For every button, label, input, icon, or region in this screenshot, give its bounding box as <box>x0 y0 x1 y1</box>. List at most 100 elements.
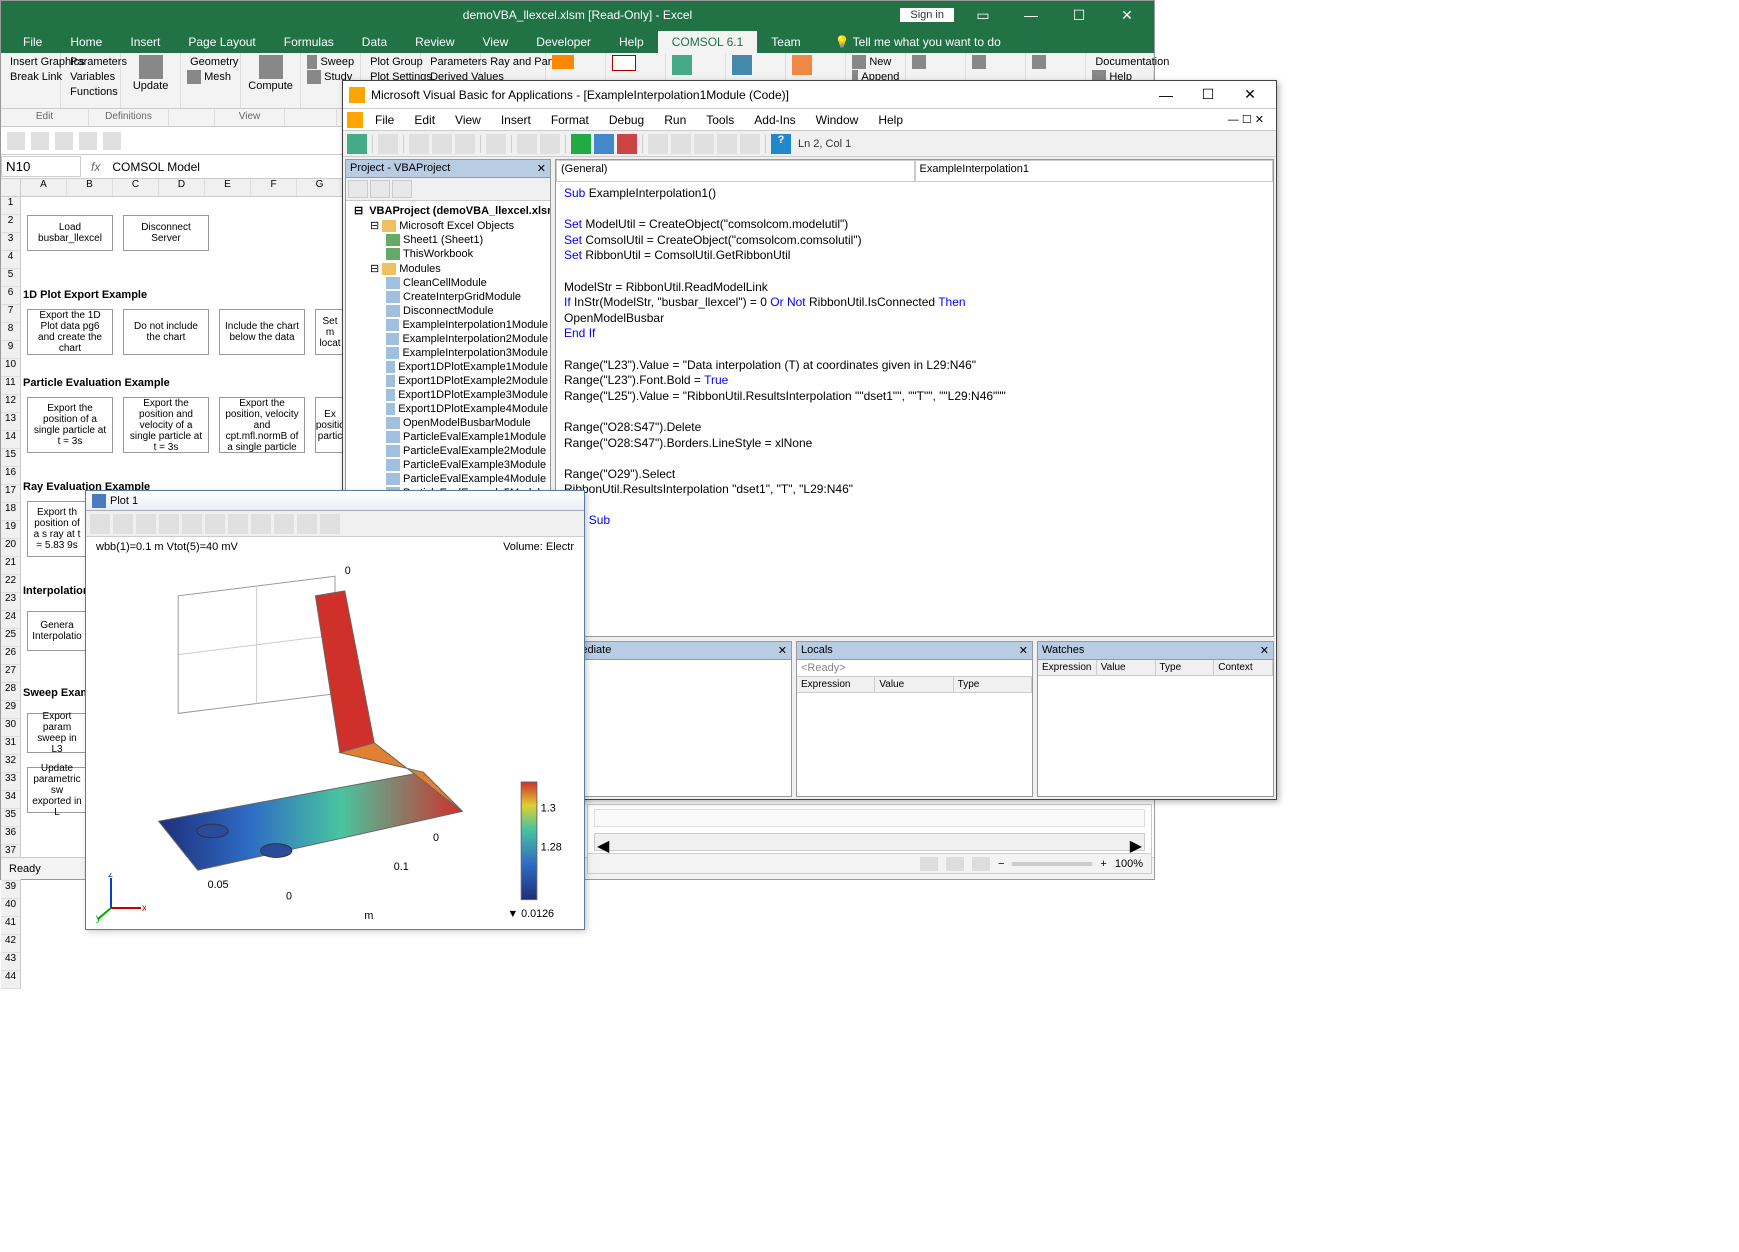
zoom-out-icon[interactable] <box>113 514 133 534</box>
tab-data[interactable]: Data <box>348 31 401 53</box>
tab-pagelayout[interactable]: Page Layout <box>174 31 269 53</box>
zoom-in-button[interactable]: + <box>1100 858 1106 870</box>
tree-module-item[interactable]: Export1DPlotExample4Module <box>348 402 548 416</box>
disconnect-button[interactable]: Disconnect Server <box>123 215 209 251</box>
plot-titlebar[interactable]: Plot 1 <box>86 491 584 511</box>
nochart-button[interactable]: Do not include the chart <box>123 309 209 355</box>
mesh-button[interactable]: Mesh <box>187 70 234 84</box>
tree-module-item[interactable]: ExampleInterpolation2Module <box>348 332 548 346</box>
expparam-button[interactable]: Export param sweep in L3 <box>27 713 87 753</box>
tab-insert[interactable]: Insert <box>116 31 174 53</box>
update-button[interactable]: Update <box>133 80 168 92</box>
belowdata-button[interactable]: Include the chart below the data <box>219 309 305 355</box>
load-button[interactable]: Load busbar_llexcel <box>27 215 113 251</box>
rotate-icon[interactable] <box>251 514 271 534</box>
view-xy-icon[interactable] <box>182 514 202 534</box>
minimize-icon[interactable]: — <box>1146 83 1186 107</box>
code-editor[interactable]: Sub ExampleInterpolation1() Set ModelUti… <box>556 182 1273 636</box>
qat-icon[interactable] <box>55 132 73 150</box>
variables-button[interactable]: Variables <box>67 70 114 84</box>
view-xz-icon[interactable] <box>228 514 248 534</box>
qat-icon[interactable] <box>103 132 121 150</box>
export1d-button[interactable]: Export the 1D Plot data pg6 and create t… <box>27 309 113 355</box>
break-link-button[interactable]: Break Link <box>7 70 54 84</box>
col-header[interactable]: D <box>159 179 205 196</box>
model-icon1[interactable] <box>912 55 926 69</box>
ribbon-opts-icon[interactable]: ▭ <box>960 3 1006 27</box>
menu-debug[interactable]: Debug <box>601 111 652 129</box>
close-icon[interactable]: ✕ <box>1230 83 1270 107</box>
wave-icon[interactable] <box>552 55 574 69</box>
insert-graphics-button[interactable]: Insert Graphics <box>7 55 54 69</box>
zoom-slider[interactable] <box>1012 862 1092 866</box>
zoom-out-button[interactable]: − <box>998 858 1004 870</box>
tree-module-item[interactable]: CleanCellModule <box>348 276 548 290</box>
paste-icon[interactable] <box>455 134 475 154</box>
menu-view[interactable]: View <box>447 111 489 129</box>
name-box[interactable] <box>1 156 81 177</box>
plotgroup-button[interactable]: Plot Group <box>367 55 414 69</box>
close-pane-icon[interactable]: ✕ <box>1260 644 1269 657</box>
tab-review[interactable]: Review <box>401 31 468 53</box>
doc-button[interactable]: Documentation <box>1092 55 1147 69</box>
close-icon[interactable]: ✕ <box>1104 3 1150 27</box>
tree-module-item[interactable]: ParticleEvalExample2Module <box>348 444 548 458</box>
value-box[interactable] <box>612 55 636 71</box>
procedure-combo[interactable]: ExampleInterpolation1 <box>915 160 1274 182</box>
tree-module-item[interactable]: ParticleEvalExample4Module <box>348 472 548 486</box>
updateparam-button[interactable]: Update parametric sw exported in L <box>27 767 87 813</box>
undo-icon[interactable] <box>517 134 537 154</box>
tab-formulas[interactable]: Formulas <box>270 31 348 53</box>
reset-icon[interactable] <box>617 134 637 154</box>
object-combo[interactable]: (General) <box>556 160 915 182</box>
menu-window[interactable]: Window <box>808 111 867 129</box>
tab-comsol[interactable]: COMSOL 6.1 <box>658 31 758 53</box>
browser-icon[interactable] <box>717 134 737 154</box>
back-icon[interactable] <box>274 514 294 534</box>
project-icon[interactable] <box>671 134 691 154</box>
expray-button[interactable]: Export th position of a s ray at t = 5.8… <box>27 501 87 557</box>
menu-addins[interactable]: Add-Ins <box>746 111 803 129</box>
view-normal-icon[interactable] <box>920 857 938 871</box>
tree-module-item[interactable]: DisconnectModule <box>348 304 548 318</box>
cut-icon[interactable] <box>409 134 429 154</box>
update-icon[interactable] <box>139 55 163 79</box>
help-icon[interactable]: ? <box>771 134 791 154</box>
col-header[interactable]: A <box>21 179 67 196</box>
break-icon[interactable] <box>594 134 614 154</box>
menu-help[interactable]: Help <box>870 111 911 129</box>
fx-icon[interactable]: fx <box>85 160 106 174</box>
design-icon[interactable] <box>648 134 668 154</box>
maximize-icon[interactable]: ☐ <box>1188 83 1228 107</box>
menu-format[interactable]: Format <box>543 111 597 129</box>
view-code-icon[interactable] <box>348 180 368 198</box>
menu-tools[interactable]: Tools <box>698 111 742 129</box>
geometry-button[interactable]: Geometry <box>187 55 234 69</box>
settings1-icon[interactable] <box>732 55 752 75</box>
close-pane-icon[interactable]: ✕ <box>537 162 546 175</box>
menu-edit[interactable]: Edit <box>406 111 443 129</box>
tab-team[interactable]: Team <box>757 31 814 53</box>
view-object-icon[interactable] <box>370 180 390 198</box>
view-layout-icon[interactable] <box>946 857 964 871</box>
col-header[interactable]: C <box>113 179 159 196</box>
save-icon[interactable] <box>378 134 398 154</box>
immediate-input[interactable] <box>556 660 791 796</box>
minimize-icon[interactable]: — <box>1008 3 1054 27</box>
qat-icon[interactable] <box>31 132 49 150</box>
setm-button[interactable]: Set m locat <box>315 309 345 355</box>
tree-module-item[interactable]: Export1DPlotExample1Module <box>348 360 548 374</box>
anim-icon[interactable] <box>672 55 692 75</box>
tab-file[interactable]: File <box>9 31 56 53</box>
col-header[interactable]: G <box>297 179 343 196</box>
new-button[interactable]: New <box>852 55 899 69</box>
tree-module-item[interactable]: ExampleInterpolation3Module <box>348 346 548 360</box>
nparam-button[interactable]: Parameters <box>427 55 474 69</box>
maximize-icon[interactable]: ☐ <box>1056 3 1102 27</box>
settings2-icon[interactable] <box>792 55 812 75</box>
tab-developer[interactable]: Developer <box>522 31 605 53</box>
menu-run[interactable]: Run <box>656 111 694 129</box>
col-header[interactable]: B <box>67 179 113 196</box>
compute-button[interactable]: Compute <box>248 80 293 92</box>
zoom-box-icon[interactable] <box>136 514 156 534</box>
